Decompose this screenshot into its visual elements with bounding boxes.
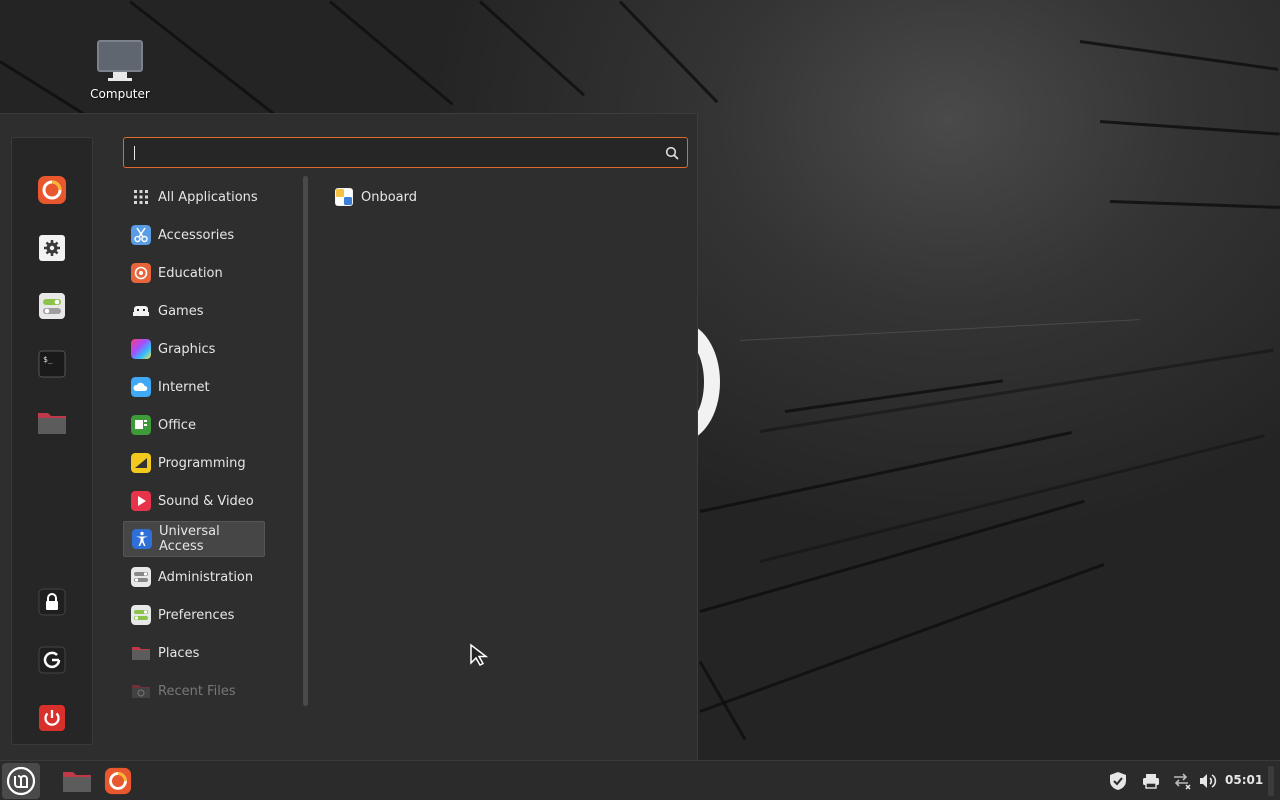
printer-icon: [1143, 774, 1159, 789]
session-lock-screen[interactable]: [36, 586, 68, 618]
category-label: Administration: [158, 569, 254, 585]
lock-icon: [38, 588, 66, 616]
app-label: Onboard: [361, 189, 418, 205]
category-label: Universal Access: [159, 524, 220, 554]
network-disconnected-icon: [1174, 773, 1191, 790]
folder-icon: [63, 772, 91, 792]
tray-network[interactable]: [1172, 771, 1192, 791]
category-games[interactable]: Games: [123, 293, 265, 329]
firefox-icon: [104, 767, 132, 795]
bottom-panel: 05:01: [0, 760, 1280, 800]
category-scrollbar[interactable]: [303, 176, 308, 706]
firefox-icon: [38, 176, 66, 204]
toggles-icon: [39, 293, 65, 319]
recent-files-icon: [132, 685, 150, 698]
category-label: Places: [158, 645, 200, 661]
show-desktop-button[interactable]: [1268, 766, 1274, 796]
logout-icon: [38, 646, 66, 674]
desktop-icon-computer[interactable]: Computer: [82, 40, 158, 101]
favorite-firefox[interactable]: [36, 174, 68, 206]
computer-icon: [82, 40, 158, 81]
folder-icon: [132, 647, 150, 660]
session-quit[interactable]: [36, 702, 68, 734]
scissors-icon: [131, 225, 151, 245]
gamepad-icon: [133, 306, 149, 316]
category-recent-files[interactable]: Recent Files: [123, 673, 265, 709]
category-education[interactable]: Education: [123, 255, 265, 291]
category-universal-access[interactable]: Universal Access: [123, 521, 265, 557]
category-label: Education: [158, 265, 223, 281]
office-icon: [131, 415, 151, 435]
search-icon[interactable]: [665, 146, 679, 160]
preferences-icon: [131, 605, 151, 625]
category-label: Programming: [158, 455, 246, 471]
category-graphics[interactable]: Graphics: [123, 331, 265, 367]
category-label: Office: [158, 417, 196, 433]
toggles-icon: [131, 567, 151, 587]
category-label: Internet: [158, 379, 210, 395]
onboard-icon: [335, 188, 353, 206]
mint-logo-icon: [6, 766, 36, 796]
category-preferences[interactable]: Preferences: [123, 597, 265, 633]
category-label: Preferences: [158, 607, 235, 623]
panel-clock[interactable]: 05:01: [1225, 773, 1263, 787]
category-label: Sound & Video: [158, 493, 254, 509]
grid-icon: [134, 190, 148, 204]
category-sound-video[interactable]: Sound & Video: [123, 483, 265, 519]
category-list: All Applications Accessories Education G…: [123, 179, 298, 709]
app-onboard[interactable]: Onboard: [326, 179, 476, 215]
category-places[interactable]: Places: [123, 635, 265, 671]
panel-launcher-files[interactable]: [62, 766, 92, 796]
tray-volume[interactable]: [1198, 771, 1218, 791]
desktop-icon-label: Computer: [90, 87, 150, 101]
category-office[interactable]: Office: [123, 407, 265, 443]
search-input[interactable]: [132, 143, 652, 163]
gear-icon: [39, 235, 65, 261]
search-box[interactable]: [123, 137, 688, 168]
category-internet[interactable]: Internet: [123, 369, 265, 405]
menu-button[interactable]: [2, 763, 40, 799]
mouse-pointer-icon: [470, 643, 489, 666]
cloud-icon: [131, 377, 151, 397]
category-label: All Applications: [158, 189, 258, 205]
play-icon: [131, 491, 151, 511]
category-all-applications[interactable]: All Applications: [123, 179, 265, 215]
favorite-system-settings[interactable]: [36, 232, 68, 264]
tray-update-manager[interactable]: [1108, 771, 1128, 791]
terminal-icon: $_: [38, 350, 66, 378]
favorite-software-manager[interactable]: [36, 290, 68, 322]
panel-launcher-firefox[interactable]: [103, 766, 133, 796]
application-menu: $_ All Applications Accessories Educatio…: [0, 113, 698, 760]
session-logout[interactable]: [36, 644, 68, 676]
folder-icon: [38, 413, 66, 434]
category-accessories[interactable]: Accessories: [123, 217, 265, 253]
programming-icon: [131, 453, 151, 473]
category-label: Accessories: [158, 227, 235, 243]
category-programming[interactable]: Programming: [123, 445, 265, 481]
category-label: Recent Files: [158, 683, 236, 699]
tray-printers[interactable]: [1141, 771, 1161, 791]
volume-icon: [1200, 774, 1217, 788]
accessibility-icon: [132, 529, 152, 549]
favorite-terminal[interactable]: $_: [36, 348, 68, 380]
shield-check-icon: [1110, 772, 1126, 790]
favorites-sidebar: $_: [11, 137, 93, 745]
power-icon: [39, 705, 65, 731]
education-icon: [131, 263, 151, 283]
category-administration[interactable]: Administration: [123, 559, 265, 595]
graphics-icon: [131, 339, 151, 359]
category-label: Graphics: [158, 341, 216, 357]
category-label: Games: [158, 303, 204, 319]
svg-text:$_: $_: [43, 355, 53, 364]
favorite-files[interactable]: [36, 406, 68, 438]
